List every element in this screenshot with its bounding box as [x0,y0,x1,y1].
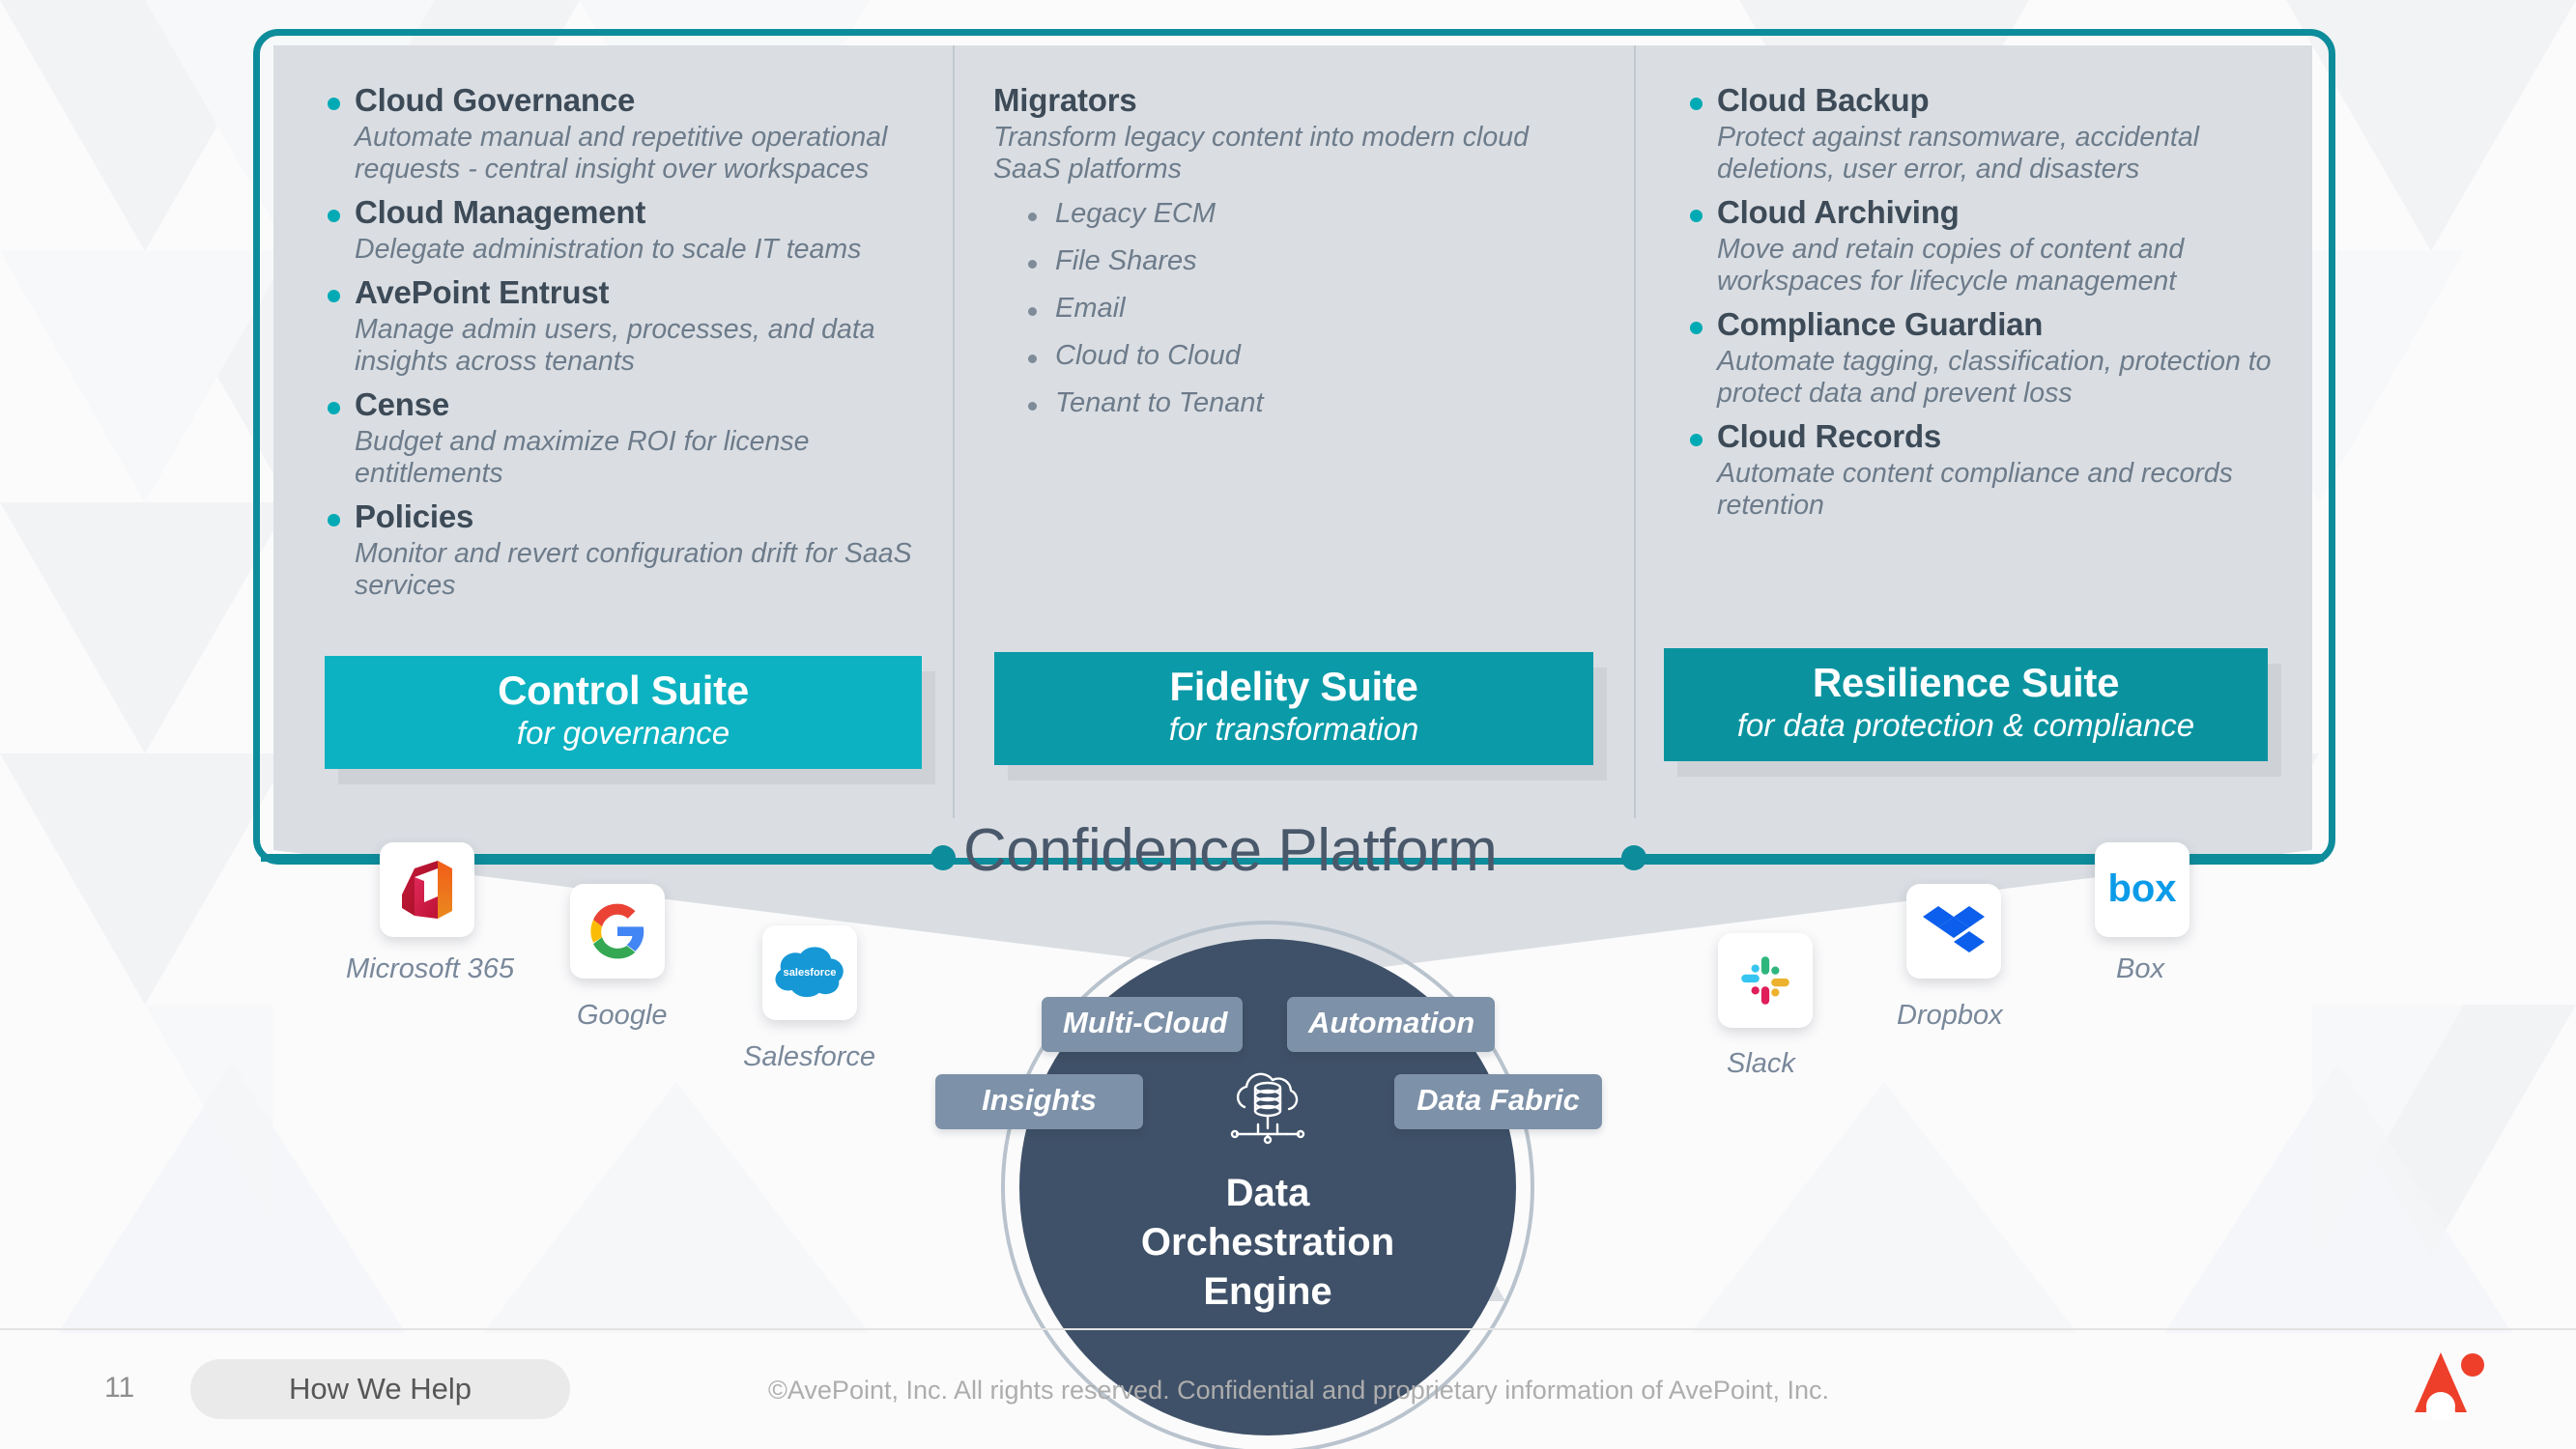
feature-title: Migrators [993,82,1137,118]
integration-label-google: Google [577,1000,668,1031]
feature-item: Cloud Management Delegate administration… [312,194,920,266]
feature-item: Cloud Governance Automate manual and rep… [312,82,920,185]
page-number: 11 [104,1372,135,1404]
feature-item: Cloud Backup Protect against ransomware,… [1674,82,2282,185]
integration-tile-google[interactable] [570,884,665,979]
feature-list-fidelity: Migrators Transform legacy content into … [993,82,1601,185]
engine-pill-insights[interactable]: Insights [935,1074,1143,1129]
feature-description: Delegate administration to scale IT team… [355,233,862,265]
feature-title: AvePoint Entrust [355,274,610,311]
migrator-subitem: Email [1015,293,1601,325]
migrator-subitem: Legacy ECM [1015,198,1601,230]
integration-tile-box[interactable]: box [2095,842,2190,937]
slide-canvas: Cloud Governance Automate manual and rep… [0,0,2576,1449]
integration-label-box: Box [2116,953,2164,984]
integration-label-slack: Slack [1727,1048,1795,1079]
engine-title-line1: Data [1225,1172,1310,1214]
page-title: Confidence Platform [963,817,1498,884]
svg-text:box: box [2107,867,2176,910]
section-label-pill[interactable]: How We Help [190,1359,570,1419]
feature-title: Policies [355,498,474,535]
platform-line-left [261,854,942,862]
feature-item: Policies Monitor and revert configuratio… [312,498,920,602]
salesforce-icon: salesforce [775,947,844,998]
banner-subtitle: for governance [516,714,730,751]
feature-title: Compliance Guardian [1717,306,2044,343]
platform-line-right [1633,854,2324,862]
integration-tile-salesforce[interactable]: salesforce [762,925,857,1020]
feature-title: Cense [355,386,450,423]
banner-subtitle: for transformation [1168,710,1419,747]
feature-title: Cloud Backup [1717,82,1930,118]
feature-item: Cense Budget and maximize ROI for licens… [312,386,920,490]
google-icon [590,903,644,959]
microsoft-365-icon [402,861,452,919]
svg-text:salesforce: salesforce [784,967,837,979]
feature-title: Cloud Archiving [1717,194,1960,231]
copyright-text: ©AvePoint, Inc. All rights reserved. Con… [768,1376,1829,1405]
integration-label-salesforce: Salesforce [743,1041,876,1072]
feature-list-resilience: Cloud Backup Protect against ransomware,… [1674,82,2282,522]
migrator-subitem: Tenant to Tenant [1015,387,1601,419]
banner-resilience-suite[interactable]: Resilience Suite for data protection & c… [1664,648,2268,761]
feature-title: Cloud Governance [355,82,636,118]
engine-pill-data-fabric[interactable]: Data Fabric [1394,1074,1602,1129]
feature-list-control: Cloud Governance Automate manual and rep… [312,82,920,602]
avepoint-logo [2415,1352,2484,1420]
feature-description: Budget and maximize ROI for license enti… [355,425,810,490]
feature-description: Protect against ransomware, accidental d… [1717,121,2200,185]
feature-title: Cloud Records [1717,418,1942,455]
feature-item: Cloud Records Automate content complianc… [1674,418,2282,522]
cloud-database-network-icon [1230,1072,1305,1145]
engine-title: Data Orchestration Engine [1019,1169,1516,1318]
slack-icon [1741,956,1789,1005]
integration-label-dropbox: Dropbox [1897,1000,2003,1031]
footer-divider [0,1328,2576,1330]
feature-description: Automate content compliance and records … [1717,458,2233,522]
feature-item: Migrators Transform legacy content into … [993,82,1601,185]
integration-tile-dropbox[interactable] [1906,884,2001,979]
feature-title: Cloud Management [355,194,646,231]
feature-description: Automate tagging, classification, protec… [1717,346,2272,410]
integration-tile-slack[interactable] [1718,933,1813,1028]
banner-control-suite[interactable]: Control Suite for governance [325,656,922,769]
banner-title: Resilience Suite [1812,660,2120,705]
integration-label-microsoft-365: Microsoft 365 [346,953,515,984]
feature-item: Cloud Archiving Move and retain copies o… [1674,194,2282,298]
integration-tile-microsoft-365[interactable] [380,842,474,937]
banner-title: Fidelity Suite [1169,664,1418,709]
platform-dot-right [1621,845,1646,870]
feature-description: Monitor and revert configuration drift f… [355,538,912,602]
engine-title-line3: Engine [1203,1270,1332,1314]
feature-description: Move and retain copies of content and wo… [1717,233,2185,298]
banner-title: Control Suite [498,668,749,713]
engine-pill-automation[interactable]: Automation [1287,997,1495,1052]
feature-item: Compliance Guardian Automate tagging, cl… [1674,306,2282,410]
platform-dot-left [930,845,956,870]
dropbox-icon [1923,906,1985,952]
banner-subtitle: for data protection & compliance [1736,706,2195,743]
migrator-subitem: File Shares [1015,245,1601,277]
migrator-subitem: Cloud to Cloud [1015,340,1601,372]
feature-description: Manage admin users, processes, and data … [355,313,875,377]
feature-description: Automate manual and repetitive operation… [355,121,888,185]
box-icon: box [2107,867,2176,910]
feature-description: Transform legacy content into modern clo… [993,121,1529,185]
engine-title-line2: Orchestration [1140,1221,1395,1264]
banner-fidelity-suite[interactable]: Fidelity Suite for transformation [994,652,1593,765]
engine-pill-multi-cloud[interactable]: Multi-Cloud [1042,997,1243,1052]
feature-item: AvePoint Entrust Manage admin users, pro… [312,274,920,378]
migrator-subitem-list: Legacy ECM File Shares Email Cloud to Cl… [1015,198,1601,419]
